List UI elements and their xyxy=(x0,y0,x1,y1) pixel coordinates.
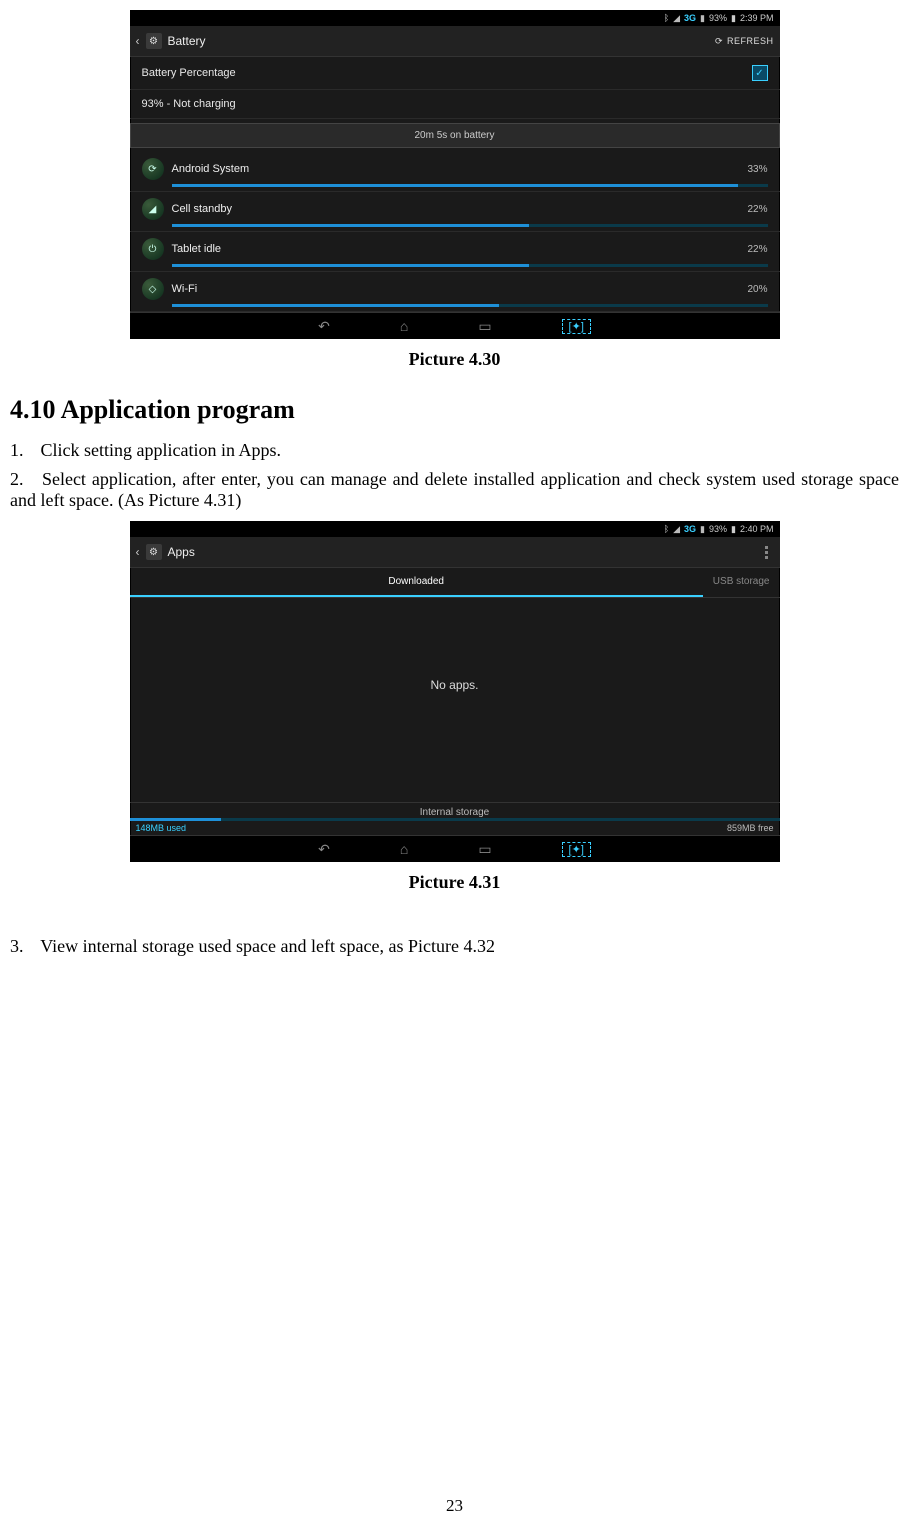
section-heading: 4.10 Application program xyxy=(10,395,909,425)
status-bar: ᛒ ◢ 3G ▮ 93% ▮ 2:39 PM xyxy=(130,10,780,26)
usage-percent: 20% xyxy=(747,284,767,295)
settings-icon: ⚙ xyxy=(146,33,162,49)
battery-percentage-label: Battery Percentage xyxy=(142,67,236,79)
bluetooth-icon: ᛒ xyxy=(664,524,669,534)
network-3g-label: 3G xyxy=(684,524,696,534)
tab-usb-storage[interactable]: USB storage xyxy=(703,568,780,597)
list-item-2: 2. Select application, after enter, you … xyxy=(10,469,899,511)
wifi-usage-icon: ◇ xyxy=(142,278,164,300)
cell-standby-icon: ◢ xyxy=(142,198,164,220)
usage-percent: 33% xyxy=(747,164,767,175)
charging-status-label: 93% - Not charging xyxy=(142,98,236,110)
usage-row-tablet-idle[interactable]: ⏻ Tablet idle 22% xyxy=(130,232,780,272)
recent-button[interactable]: ▭ xyxy=(478,841,491,858)
charging-status-row: 93% - Not charging xyxy=(130,90,780,119)
back-icon[interactable]: ‹ xyxy=(136,545,140,559)
back-icon[interactable]: ‹ xyxy=(136,34,140,48)
usage-bar xyxy=(172,264,768,267)
usage-bar xyxy=(172,304,768,307)
usage-bar xyxy=(172,184,768,187)
home-button[interactable]: ⌂ xyxy=(400,318,408,334)
battery-icon: ▮ xyxy=(731,13,736,24)
caption-2: Picture 4.31 xyxy=(409,872,501,893)
list-text-1: Click setting application in Apps. xyxy=(41,440,281,460)
tablet-idle-icon: ⏻ xyxy=(142,238,164,260)
back-button[interactable]: ↶ xyxy=(318,318,330,335)
battery-percent-label: 93% xyxy=(709,524,727,534)
storage-used-label: 148MB used xyxy=(136,823,187,833)
usage-label: Android System xyxy=(172,163,250,175)
home-button[interactable]: ⌂ xyxy=(400,841,408,857)
nav-bar: ↶ ⌂ ▭ [✦] xyxy=(130,312,780,339)
refresh-icon: ⟳ xyxy=(715,36,723,47)
usage-label: Tablet idle xyxy=(172,243,222,255)
wifi-icon: ◢ xyxy=(673,524,680,535)
title-bar: ‹ ⚙ Apps xyxy=(130,537,780,568)
internal-storage-label: Internal storage xyxy=(130,802,780,818)
back-button[interactable]: ↶ xyxy=(318,841,330,858)
no-apps-label: No apps. xyxy=(130,598,780,802)
usage-bar xyxy=(172,224,768,227)
usage-percent: 22% xyxy=(747,204,767,215)
list-item-3: 3. View internal storage used space and … xyxy=(10,936,899,957)
bluetooth-icon: ᛒ xyxy=(664,13,669,23)
battery-percentage-row[interactable]: Battery Percentage ✓ xyxy=(130,57,780,90)
battery-icon: ▮ xyxy=(731,524,736,535)
tab-downloaded[interactable]: Downloaded xyxy=(130,568,703,597)
battery-percent-label: 93% xyxy=(709,13,727,23)
list-text-3: View internal storage used space and lef… xyxy=(40,936,495,956)
screenshot-button[interactable]: [✦] xyxy=(562,842,591,857)
page-title: Battery xyxy=(168,34,206,48)
signal-icon: ▮ xyxy=(700,13,705,24)
clock-label: 2:39 PM xyxy=(740,13,774,23)
usage-row-wifi[interactable]: ◇ Wi-Fi 20% xyxy=(130,272,780,312)
apps-screenshot: ᛒ ◢ 3G ▮ 93% ▮ 2:40 PM ‹ ⚙ Apps Download… xyxy=(130,521,780,862)
screenshot-button[interactable]: [✦] xyxy=(562,319,591,334)
usage-label: Cell standby xyxy=(172,203,233,215)
time-on-battery-label: 20m 5s on battery xyxy=(414,130,494,141)
wifi-icon: ◢ xyxy=(673,13,680,24)
signal-icon: ▮ xyxy=(700,524,705,535)
list-num-1: 1. xyxy=(10,440,36,461)
list-num-3: 3. xyxy=(10,936,36,957)
storage-line: 148MB used 859MB free xyxy=(130,823,780,835)
tabs: Downloaded USB storage xyxy=(130,568,780,598)
usage-label: Wi-Fi xyxy=(172,283,198,295)
battery-percentage-checkbox[interactable]: ✓ xyxy=(752,65,768,81)
network-3g-label: 3G xyxy=(684,13,696,23)
page-number: 23 xyxy=(0,1496,909,1516)
title-bar: ‹ ⚙ Battery ⟳ REFRESH xyxy=(130,26,780,57)
nav-bar: ↶ ⌂ ▭ [✦] xyxy=(130,835,780,862)
list-num-2: 2. xyxy=(10,469,36,490)
refresh-button[interactable]: ⟳ REFRESH xyxy=(715,36,774,47)
usage-row-cell-standby[interactable]: ◢ Cell standby 22% xyxy=(130,192,780,232)
usage-percent: 22% xyxy=(747,244,767,255)
storage-free-label: 859MB free xyxy=(727,823,774,833)
recent-button[interactable]: ▭ xyxy=(478,318,491,335)
internal-storage-bar xyxy=(130,818,780,821)
clock-label: 2:40 PM xyxy=(740,524,774,534)
battery-screenshot: ᛒ ◢ 3G ▮ 93% ▮ 2:39 PM ‹ ⚙ Battery ⟳ REF… xyxy=(130,10,780,339)
list-item-1: 1. Click setting application in Apps. xyxy=(10,440,899,461)
refresh-label: REFRESH xyxy=(727,36,774,46)
android-system-icon: ⟳ xyxy=(142,158,164,180)
status-bar: ᛒ ◢ 3G ▮ 93% ▮ 2:40 PM xyxy=(130,521,780,537)
time-on-battery-bar[interactable]: 20m 5s on battery xyxy=(130,123,780,148)
usage-row-android-system[interactable]: ⟳ Android System 33% xyxy=(130,152,780,192)
page-title: Apps xyxy=(168,545,195,559)
settings-icon: ⚙ xyxy=(146,544,162,560)
list-text-2: Select application, after enter, you can… xyxy=(10,469,899,510)
overflow-menu-icon[interactable] xyxy=(760,543,774,561)
caption-1: Picture 4.30 xyxy=(409,349,501,370)
